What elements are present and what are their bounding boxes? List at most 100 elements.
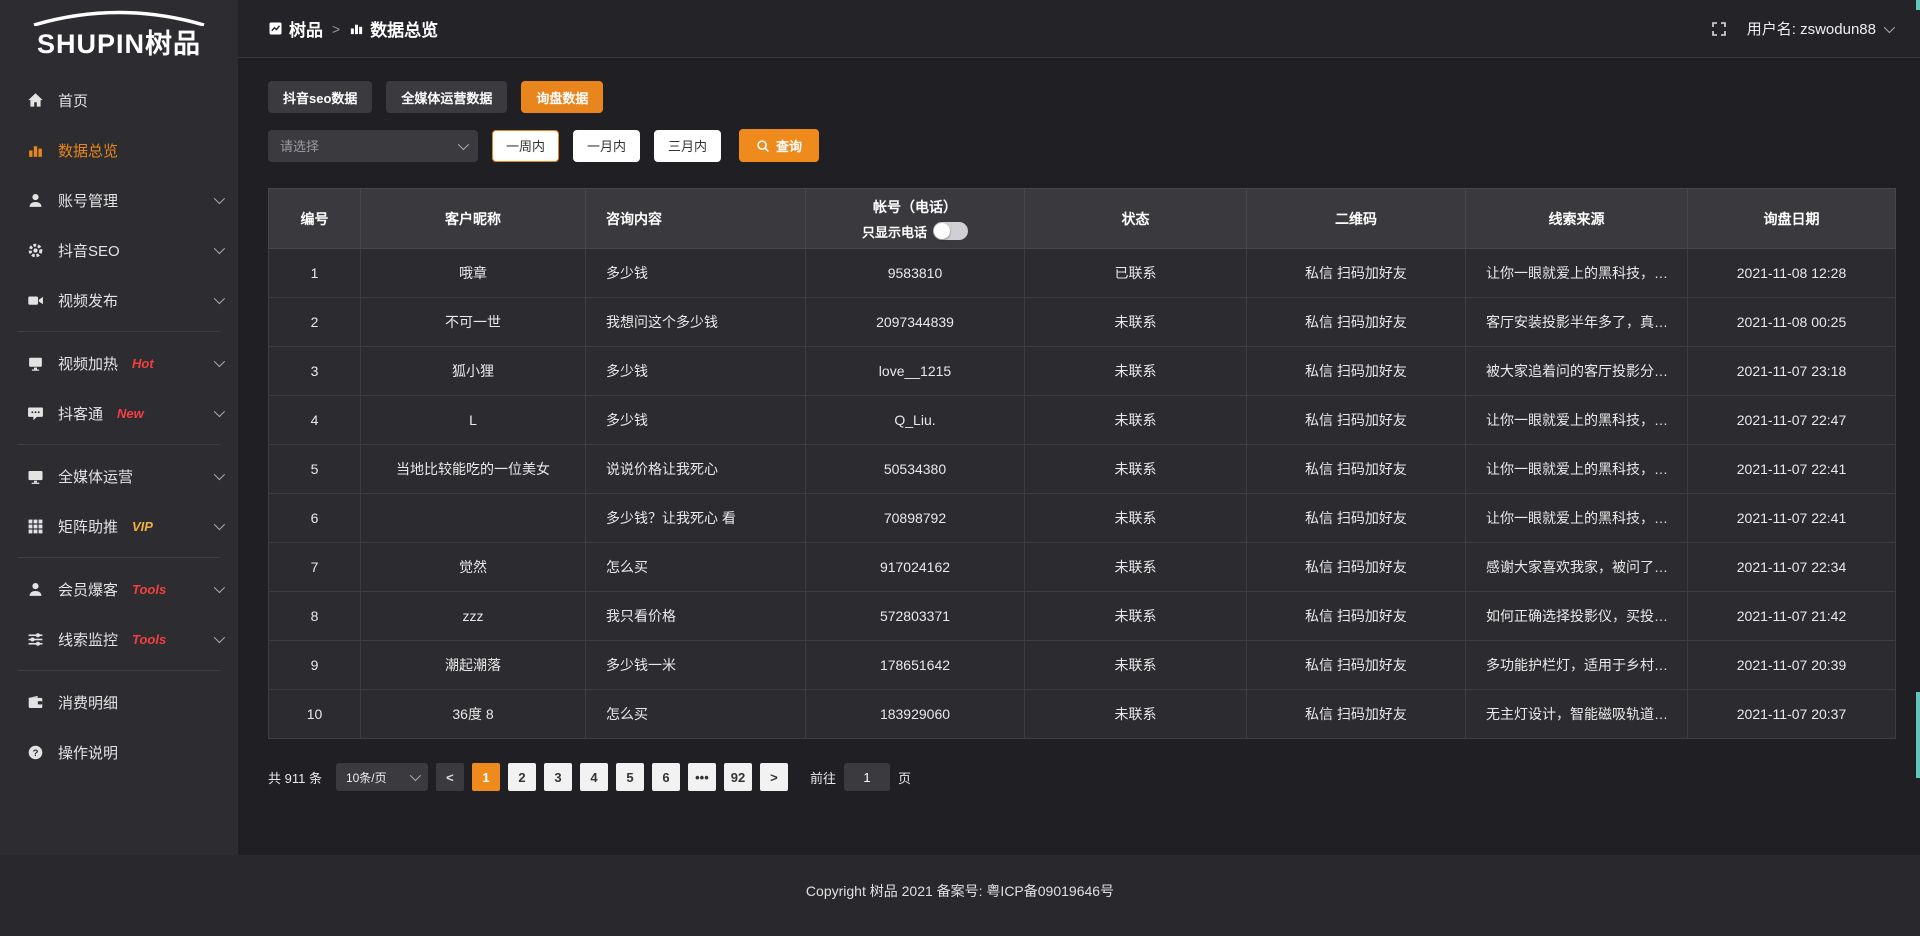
hot-badge: Hot [132, 356, 154, 371]
top-header: 树品 > 数据总览 用户名: zswodun88 [238, 0, 1920, 58]
status-badge: 未联系 [1025, 543, 1247, 592]
lead-source-link[interactable]: 让你一眼就爱上的黑科技，能... [1466, 445, 1688, 494]
lead-source-link[interactable]: 被大家追着问的客厅投影分享... [1466, 347, 1688, 396]
breadcrumb-current-label: 数据总览 [370, 16, 438, 41]
page-button-2[interactable]: 2 [508, 763, 536, 791]
col-header-content: 咨询内容 [586, 189, 806, 249]
goto-page-input[interactable] [844, 763, 890, 791]
table-row: 3 狐小狸 多少钱 love__1215 未联系 私信 扫码加好友 被大家追着问… [269, 347, 1896, 396]
page-button-1[interactable]: 1 [472, 763, 500, 791]
cell-account: 2097344839 [806, 298, 1025, 347]
sidebar-item-instructions[interactable]: ? 操作说明 [0, 727, 238, 777]
lead-source-link[interactable]: 多功能护栏灯，适用于乡村文... [1466, 641, 1688, 690]
range-quarter-button[interactable]: 三月内 [654, 130, 721, 162]
sidebar-item-matrix-boost[interactable]: 矩阵助推 VIP [0, 501, 238, 551]
fullscreen-icon[interactable] [1711, 21, 1727, 37]
chevron-down-icon [214, 243, 225, 254]
account-select[interactable]: 请选择 [268, 130, 478, 162]
goto-unit-label: 页 [898, 768, 911, 787]
cell-account: 50534380 [806, 445, 1025, 494]
scrollbar-thumb[interactable] [1916, 0, 1920, 10]
lead-source-link[interactable]: 让你一眼就爱上的黑科技，能... [1466, 396, 1688, 445]
cell-account: Q_Liu. [806, 396, 1025, 445]
logo-text-cn: 树品 [145, 29, 201, 59]
sidebar-item-video-heating[interactable]: 视频加热 Hot [0, 338, 238, 388]
qr-links[interactable]: 私信 扫码加好友 [1247, 543, 1466, 592]
page-ellipsis-button[interactable]: ••• [688, 763, 716, 791]
qr-links[interactable]: 私信 扫码加好友 [1247, 690, 1466, 739]
sidebar-item-douyin-seo[interactable]: 抖音SEO [0, 225, 238, 275]
sidebar-item-label: 消费明细 [58, 692, 118, 713]
sidebar-item-label: 数据总览 [58, 140, 118, 161]
sidebar-item-omni-media[interactable]: 全媒体运营 [0, 451, 238, 501]
qr-links[interactable]: 私信 扫码加好友 [1247, 249, 1466, 298]
copyright-text: Copyright 树品 2021 备案号: 粤ICP备09019646号 [806, 883, 1114, 899]
status-badge: 未联系 [1025, 396, 1247, 445]
phone-only-toggle[interactable] [933, 222, 968, 240]
search-button[interactable]: 查询 [739, 129, 819, 162]
cell-nickname: 狐小狸 [361, 347, 586, 396]
page-button-6[interactable]: 6 [652, 763, 680, 791]
sidebar-item-data-overview[interactable]: 数据总览 [0, 125, 238, 175]
phone-only-label: 只显示电话 [862, 222, 927, 241]
chevron-down-icon [214, 293, 225, 304]
user-menu[interactable]: 用户名: zswodun88 [1747, 18, 1892, 39]
sidebar-item-expense-detail[interactable]: 消费明细 [0, 677, 238, 727]
qr-links[interactable]: 私信 扫码加好友 [1247, 298, 1466, 347]
lead-source-link[interactable]: 客厅安装投影半年多了，真实... [1466, 298, 1688, 347]
cell-date: 2021-11-07 20:37 [1688, 690, 1896, 739]
chevron-down-icon [1884, 21, 1895, 32]
qr-links[interactable]: 私信 扫码加好友 [1247, 494, 1466, 543]
sidebar-item-account-mgmt[interactable]: 账号管理 [0, 175, 238, 225]
sidebar-menu: 首页 数据总览 账号管理 抖音SEO [0, 75, 238, 777]
qr-links[interactable]: 私信 扫码加好友 [1247, 396, 1466, 445]
lead-source-link[interactable]: 感谢大家喜欢我家，被问了好... [1466, 543, 1688, 592]
sidebar-item-label: 账号管理 [58, 190, 118, 211]
lead-source-link[interactable]: 让你一眼就爱上的黑科技，能... [1466, 249, 1688, 298]
cell-content: 多少钱 [586, 396, 806, 445]
lead-source-link[interactable]: 无主灯设计，智能磁吸轨道灯... [1466, 690, 1688, 739]
sidebar-item-video-publish[interactable]: 视频发布 [0, 275, 238, 325]
scrollbar-thumb[interactable] [1916, 692, 1920, 778]
cell-no: 4 [269, 396, 361, 445]
cell-no: 2 [269, 298, 361, 347]
status-badge: 未联系 [1025, 641, 1247, 690]
breadcrumb-root[interactable]: 树品 [268, 16, 323, 41]
vip-badge: VIP [132, 519, 153, 534]
tab-douyin-seo-data[interactable]: 抖音seo数据 [268, 81, 372, 113]
sidebar-item-home[interactable]: 首页 [0, 75, 238, 125]
sidebar-item-douketong[interactable]: 抖客通 New [0, 388, 238, 438]
sidebar-divider [18, 670, 220, 671]
col-header-source: 线索来源 [1466, 189, 1688, 249]
breadcrumb-current[interactable]: 数据总览 [349, 16, 438, 41]
cell-date: 2021-11-07 20:39 [1688, 641, 1896, 690]
cell-no: 5 [269, 445, 361, 494]
lead-source-link[interactable]: 如何正确选择投影仪，买投影... [1466, 592, 1688, 641]
sidebar-item-lead-monitor[interactable]: 线索监控 Tools [0, 614, 238, 664]
qr-links[interactable]: 私信 扫码加好友 [1247, 445, 1466, 494]
tab-omni-media-data[interactable]: 全媒体运营数据 [386, 81, 507, 113]
sidebar-item-label: 视频发布 [58, 290, 118, 311]
table-row: 5 当地比较能吃的一位美女 说说价格让我死心 50534380 未联系 私信 扫… [269, 445, 1896, 494]
wallet-icon [26, 693, 44, 711]
page-button-5[interactable]: 5 [616, 763, 644, 791]
prev-page-button[interactable]: < [436, 763, 464, 791]
page: SHUPIN树品 首页 数据总览 账号管理 [0, 0, 1920, 936]
cell-content: 怎么买 [586, 543, 806, 592]
qr-links[interactable]: 私信 扫码加好友 [1247, 641, 1466, 690]
sidebar-item-member-baoke[interactable]: 会员爆客 Tools [0, 564, 238, 614]
cell-nickname: L [361, 396, 586, 445]
qr-links[interactable]: 私信 扫码加好友 [1247, 347, 1466, 396]
cell-content: 我只看价格 [586, 592, 806, 641]
bar-chart-icon [26, 141, 44, 159]
page-button-92[interactable]: 92 [724, 763, 752, 791]
page-button-3[interactable]: 3 [544, 763, 572, 791]
tab-inquiry-data[interactable]: 询盘数据 [521, 81, 603, 113]
next-page-button[interactable]: > [760, 763, 788, 791]
page-size-select[interactable]: 10条/页 [336, 763, 428, 791]
range-week-button[interactable]: 一周内 [492, 130, 559, 162]
page-button-4[interactable]: 4 [580, 763, 608, 791]
range-month-button[interactable]: 一月内 [573, 130, 640, 162]
lead-source-link[interactable]: 让你一眼就爱上的黑科技，能... [1466, 494, 1688, 543]
qr-links[interactable]: 私信 扫码加好友 [1247, 592, 1466, 641]
